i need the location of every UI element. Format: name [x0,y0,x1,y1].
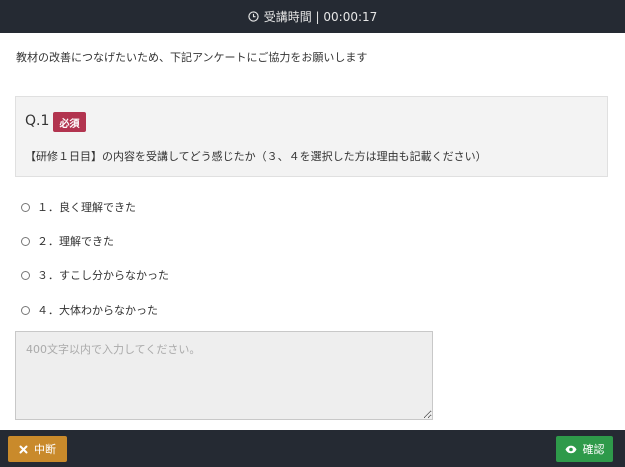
question-text: 【研修１日目】の内容を受講してどう感じたか（３、４を選択した方は理由も記載くださ… [25,150,487,163]
confirm-button[interactable]: 確認 [556,436,613,462]
intro-text: 教材の改善につなげたいため、下記アンケートにご協力をお願いします [16,51,368,64]
question-number: Q.1 [25,113,50,129]
reason-textarea[interactable] [15,331,433,420]
suspend-button[interactable]: 中断 [8,436,67,462]
option-label: ２．理解できた [37,235,114,248]
radio-button[interactable] [21,202,30,212]
timer-label: 受講時間 | 00:00:17 [263,10,378,24]
option-3[interactable]: ３．すこし分からなかった [21,266,169,284]
footer-bar [0,430,625,467]
option-4[interactable]: ４．大体わからなかった [21,301,158,319]
option-1[interactable]: １．良く理解できた [21,198,136,216]
eye-icon [565,445,576,453]
close-icon [19,445,28,453]
option-label: １．良く理解できた [37,201,136,214]
option-label: ４．大体わからなかった [37,304,158,317]
clock-icon [248,11,259,22]
suspend-label: 中断 [34,443,56,456]
required-badge: 必須 [53,112,86,132]
radio-button[interactable] [21,270,30,280]
radio-button[interactable] [21,236,30,246]
confirm-label: 確認 [582,443,605,456]
radio-button[interactable] [21,305,30,315]
timer-header: 受講時間 | 00:00:17 [0,0,625,33]
option-label: ３．すこし分からなかった [37,269,169,282]
option-2[interactable]: ２．理解できた [21,232,114,250]
question-header: Q.1 必須 【研修１日目】の内容を受講してどう感じたか（３、４を選択した方は理… [15,96,608,177]
